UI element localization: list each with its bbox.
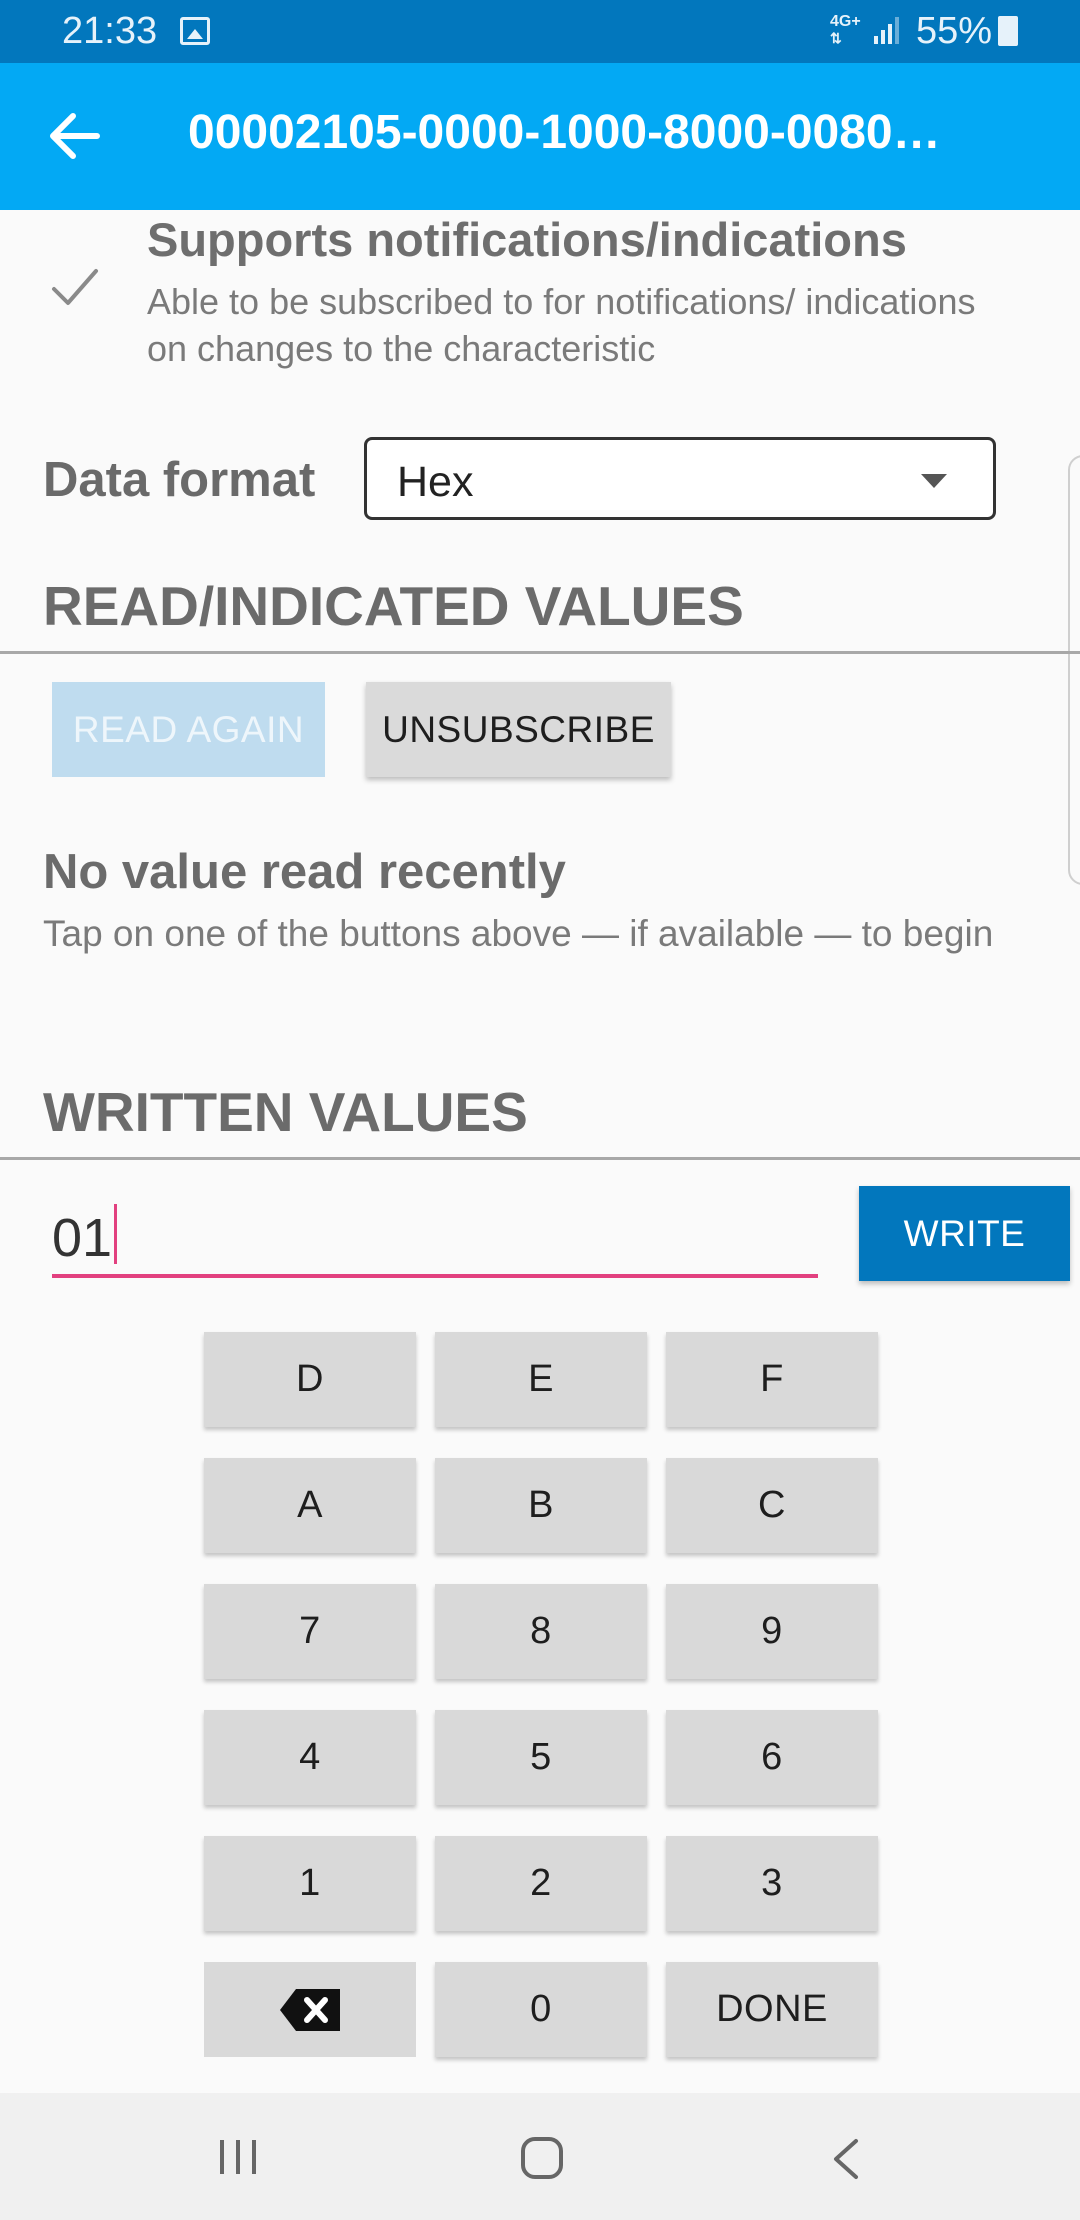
key-3[interactable]: 3 (666, 1836, 878, 1931)
chevron-down-icon (921, 474, 947, 488)
key-d[interactable]: D (204, 1332, 416, 1427)
status-time: 21:33 (62, 10, 158, 52)
key-2[interactable]: 2 (435, 1836, 647, 1931)
battery-icon (998, 16, 1018, 46)
battery-percent: 55% (916, 10, 993, 52)
data-format-select[interactable]: Hex (364, 437, 996, 520)
read-section-title: READ/INDICATED VALUES (43, 575, 744, 637)
key-8[interactable]: 8 (435, 1584, 647, 1679)
property-title: Supports notifications/indications (147, 213, 907, 266)
key-5[interactable]: 5 (435, 1710, 647, 1805)
key-1[interactable]: 1 (204, 1836, 416, 1931)
status-bar: 21:33 4G+ ⇅ 55% (0, 0, 1080, 63)
text-cursor (114, 1204, 118, 1264)
key-0[interactable]: 0 (435, 1962, 647, 2057)
app-bar: 00002105-0000-1000-8000-0080… (0, 63, 1080, 210)
key-9[interactable]: 9 (666, 1584, 878, 1679)
network-type: 4G+ ⇅ (830, 13, 861, 47)
key-backspace[interactable] (204, 1962, 416, 2057)
empty-state-description: Tap on one of the buttons above — if ava… (43, 913, 994, 954)
arrow-left-icon[interactable] (45, 111, 105, 161)
property-description: Able to be subscribed to for notificatio… (147, 281, 976, 369)
signal-icon (874, 17, 899, 44)
key-6[interactable]: 6 (666, 1710, 878, 1805)
read-again-button[interactable]: READ AGAIN (52, 682, 325, 777)
empty-state-title: No value read recently (43, 845, 566, 899)
page-title: 00002105-0000-1000-8000-0080… (188, 106, 941, 159)
key-7[interactable]: 7 (204, 1584, 416, 1679)
data-format-value: Hex (397, 458, 474, 506)
unsubscribe-button[interactable]: UNSUBSCRIBE (366, 682, 671, 777)
key-c[interactable]: C (666, 1458, 878, 1553)
hex-value-input[interactable]: 01 (52, 1196, 818, 1278)
key-4[interactable]: 4 (204, 1710, 416, 1805)
side-panel-handle[interactable] (1068, 455, 1080, 885)
input-text: 01 (52, 1204, 118, 1269)
key-b[interactable]: B (435, 1458, 647, 1553)
key-a[interactable]: A (204, 1458, 416, 1553)
recents-icon[interactable] (216, 2138, 260, 2176)
data-format-label: Data format (43, 453, 316, 507)
backspace-icon (280, 1988, 340, 2031)
system-nav-bar (0, 2093, 1080, 2220)
write-section-title: WRITTEN VALUES (43, 1081, 528, 1143)
key-e[interactable]: E (435, 1332, 647, 1427)
home-icon[interactable] (521, 2137, 563, 2179)
write-button[interactable]: WRITE (859, 1186, 1070, 1281)
check-icon (52, 269, 98, 305)
key-done[interactable]: DONE (666, 1962, 878, 2057)
key-f[interactable]: F (666, 1332, 878, 1427)
nav-back-icon[interactable] (828, 2137, 864, 2181)
divider (0, 651, 1080, 654)
divider (0, 1157, 1080, 1160)
image-icon (180, 17, 210, 45)
